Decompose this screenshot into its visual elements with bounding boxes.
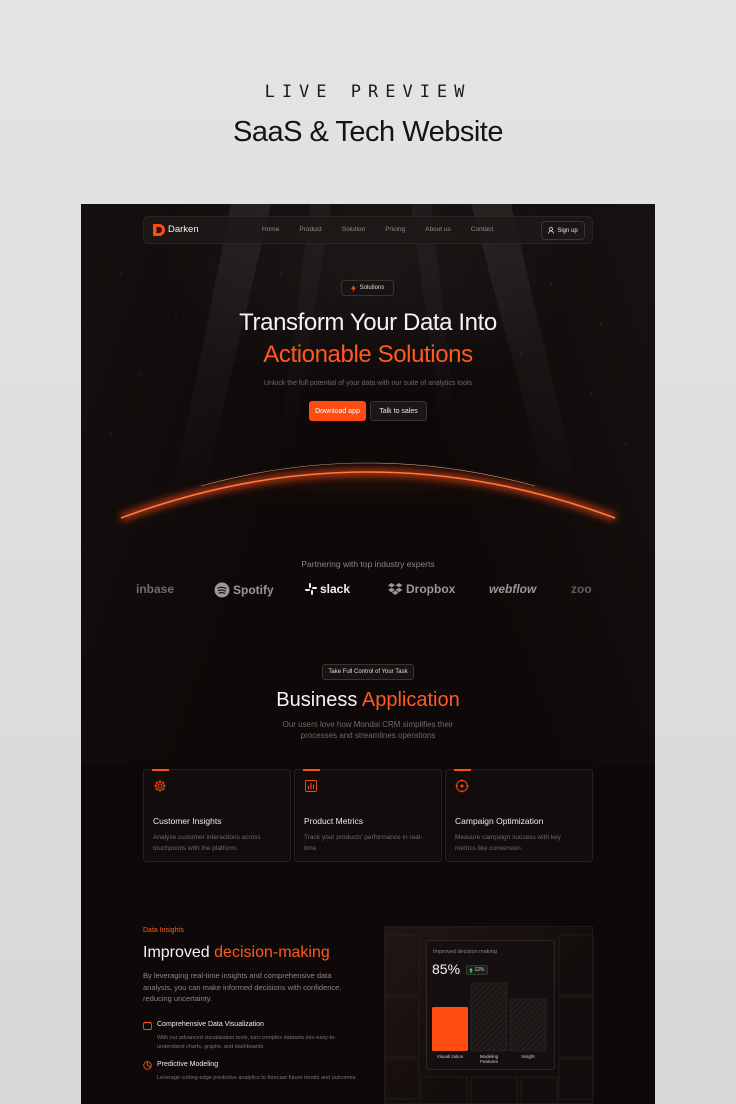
gear-icon <box>154 780 166 792</box>
data-insights-description: By leveraging real-time insights and com… <box>143 971 342 1003</box>
business-title-accent: Application <box>361 689 460 711</box>
business-title: Business Application <box>81 689 655 712</box>
insight-item-description: Leverage cutting-edge predictive analyti… <box>157 1075 357 1081</box>
feature-card-product-metrics[interactable]: Product Metrics Track your products' per… <box>294 769 442 862</box>
nav-link-pricing[interactable]: Pricing <box>385 226 405 233</box>
task-pill: Take Full Control of Your Task <box>322 664 414 680</box>
decision-making-widget: Improved decision making 85% 12% Visuali… <box>426 940 555 1070</box>
hero-title-line2: Actionable Solutions <box>263 341 473 368</box>
nav-link-solution[interactable]: Solution <box>342 226 366 233</box>
chart-bar <box>509 998 547 1052</box>
planet-arc <box>119 462 617 521</box>
nav-link-home[interactable]: Home <box>262 226 279 233</box>
hero-subtitle: Unlock the full potential of your data w… <box>263 380 473 387</box>
target-icon <box>455 779 469 793</box>
spark-icon <box>350 284 356 292</box>
data-insights-title-plain: Improved <box>143 944 210 961</box>
card-description: Measure campaign success with key metric… <box>455 834 561 852</box>
bar-label: Insight <box>521 1054 535 1059</box>
business-subtitle: Our users love how Mondai CRM simplifies… <box>282 720 454 740</box>
partner-logo-text: zoo <box>571 582 592 596</box>
partner-logo-dropbox: Dropbox <box>388 582 455 596</box>
bar-label: Visuali zation <box>436 1054 464 1059</box>
page-heading: SaaS & Tech Website <box>233 116 503 148</box>
partner-logo-zoom: zoo <box>571 582 592 596</box>
solutions-pill: Solutions <box>341 280 394 296</box>
partner-logo-slack: slack <box>305 582 350 596</box>
website-mockup: Darken Home Product Solution Pricing Abo… <box>81 204 655 1104</box>
card-title: Campaign Optimization <box>455 816 544 826</box>
partners-title: Partnering with top industry experts <box>301 559 435 569</box>
chart-bar <box>432 1007 468 1051</box>
nav-link-about[interactable]: About us <box>425 226 451 233</box>
brand-logo-icon[interactable] <box>152 223 166 237</box>
card-accent-bar <box>454 769 471 771</box>
calendar-icon <box>143 1021 152 1030</box>
slack-icon <box>305 583 317 595</box>
partner-logo-webflow: webflow <box>489 582 536 596</box>
data-insights-title: Improved decision-making <box>143 944 330 962</box>
insights-chart-panel: Improved decision making 85% 12% Visuali… <box>384 926 594 1104</box>
signup-label: Sign up <box>557 227 578 234</box>
chart-bar <box>470 982 508 1052</box>
nav-link-contact[interactable]: Contact <box>471 226 493 233</box>
hero-title-line1: Transform Your Data Into <box>239 309 497 336</box>
data-insights-title-accent: decision-making <box>214 944 330 961</box>
chart-pie-icon <box>143 1061 152 1070</box>
nav-links: Home Product Solution Pricing About us C… <box>262 226 513 233</box>
insight-item-title: Comprehensive Data Visualization <box>157 1021 264 1028</box>
partner-logo-coinbase: inbase <box>136 582 174 596</box>
partner-logo-text: Spotify <box>233 583 274 597</box>
download-app-button[interactable]: Download app <box>309 401 366 421</box>
card-title: Customer Insights <box>153 816 222 826</box>
insight-item-description: With our advanced visualization tools, t… <box>157 1035 337 1050</box>
partner-logos: inbase Spotify slack Dropbox webflow zoo <box>81 582 655 602</box>
partner-logo-text: Dropbox <box>406 582 456 596</box>
feature-card-customer-insights[interactable]: Customer Insights Analyze customer inter… <box>143 769 291 862</box>
bar-label: Modeling Features <box>479 1054 499 1064</box>
partner-logo-spotify: Spotify <box>214 582 274 598</box>
card-accent-bar <box>303 769 320 771</box>
partner-logo-text: slack <box>320 582 351 596</box>
solutions-pill-label: Solutions <box>359 285 385 291</box>
card-title: Product Metrics <box>304 816 364 826</box>
card-accent-bar <box>152 769 169 771</box>
card-description: Analyze customer interactions across tou… <box>153 834 261 852</box>
dropbox-icon <box>388 582 403 595</box>
data-insights-label: Data Insights <box>143 927 184 934</box>
navbar: Darken Home Product Solution Pricing Abo… <box>143 216 593 244</box>
partner-logo-text: webflow <box>489 582 537 596</box>
talk-to-sales-button[interactable]: Talk to sales <box>370 401 427 421</box>
feature-card-campaign-optimization[interactable]: Campaign Optimization Measure campaign s… <box>445 769 593 862</box>
live-preview-label: LIVE PREVIEW <box>264 82 472 102</box>
spotify-icon <box>214 582 230 598</box>
user-icon <box>548 227 555 234</box>
signup-button[interactable]: Sign up <box>541 221 585 240</box>
nav-link-product[interactable]: Product <box>299 226 321 233</box>
card-description: Track your products' performance in real… <box>304 834 423 852</box>
business-title-plain: Business <box>276 689 358 711</box>
partner-logo-text: inbase <box>136 582 175 596</box>
bar-chart-icon <box>305 780 317 792</box>
insight-item-title: Predictive Modeling <box>157 1061 219 1068</box>
widget-bars <box>432 982 547 1052</box>
brand-name[interactable]: Darken <box>168 224 199 235</box>
